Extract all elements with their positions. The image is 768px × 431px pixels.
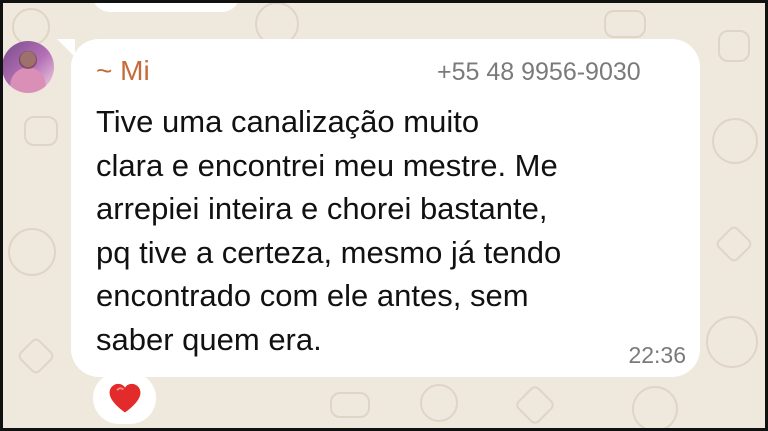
sender-phone[interactable]: +55 48 9956-9030 xyxy=(437,57,641,87)
message-line: arrepiei inteira e chorei bastante, xyxy=(96,191,548,227)
message-text: Tive uma canalização muito clara e encon… xyxy=(96,100,626,362)
message-line: pq tive a certeza, mesmo já tendo xyxy=(96,234,562,270)
message-line: saber quem era. xyxy=(96,321,322,357)
background-doodle-ring xyxy=(8,228,56,276)
message-line: Tive uma canalização muito xyxy=(96,104,480,139)
background-doodle-diamond xyxy=(714,224,754,264)
sender-avatar[interactable] xyxy=(2,41,54,93)
message-line: encontrado com ele antes, sem xyxy=(96,278,529,314)
sender-name[interactable]: ~ Mi xyxy=(96,55,150,87)
message-reaction[interactable] xyxy=(93,372,156,424)
message-bubble[interactable]: ~ Mi +55 48 9956-9030 Tive uma canalizaç… xyxy=(57,39,700,377)
message-line: clara e encontrei meu mestre. Me xyxy=(96,147,558,183)
message-time: 22:36 xyxy=(628,342,686,368)
heart-icon xyxy=(109,383,141,413)
previous-message-reaction-strip xyxy=(92,0,240,12)
background-doodle-square xyxy=(330,392,370,418)
background-doodle-ring xyxy=(632,386,678,431)
background-doodle-square xyxy=(718,30,750,62)
background-doodle-diamond xyxy=(16,336,56,376)
background-doodle-ring xyxy=(420,384,458,422)
background-doodle-square xyxy=(24,116,58,146)
background-doodle-square xyxy=(604,10,646,38)
background-doodle-ring xyxy=(706,316,758,368)
background-doodle-ring xyxy=(712,118,758,164)
background-doodle-diamond xyxy=(513,383,557,427)
